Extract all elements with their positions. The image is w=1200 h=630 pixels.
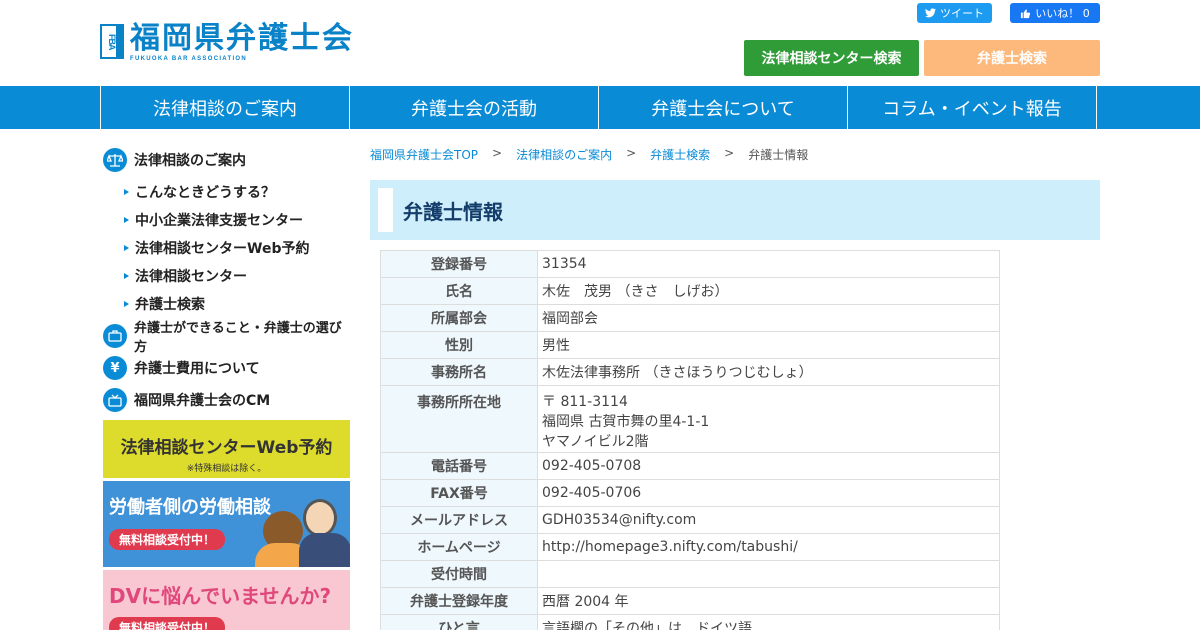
nav-item-about[interactable]: 弁護士会について [599,86,848,129]
site-header: FBA 福岡県弁護士会 FUKUOKA BAR ASSOCIATION ツイート… [0,0,1200,86]
tweet-label: ツイート [940,7,984,20]
table-row: 登録番号 31354 [380,250,1000,278]
triangle-right-icon [124,217,129,223]
breadcrumb-link-top[interactable]: 福岡県弁護士会TOP [370,146,478,163]
logo-title: 福岡県弁護士会 [130,21,354,56]
man-illustration-icon [303,499,337,537]
address-postal: 〒 811-3114 [542,394,628,410]
table-row: メールアドレス GDH03534@nifty.com [380,506,1000,534]
homepage-link[interactable]: http://homepage3.nifty.com/tabushi/ [537,533,1000,561]
nav-item-activities[interactable]: 弁護士会の活動 [350,86,599,129]
table-row: ひと言 言語欄の「その他」は、ドイツ語 [380,614,1000,630]
social-buttons: ツイート いいね！ 0 [917,3,1100,23]
sidebar-item-cm[interactable]: 福岡県弁護士会のCM [103,386,353,414]
facebook-like-button[interactable]: いいね！ 0 [1010,3,1100,23]
sidebar-sub-web-reservation[interactable]: 法律相談センターWeb予約 [103,234,353,262]
triangle-right-icon [124,245,129,251]
table-row: FAX番号 092-405-0706 [380,479,1000,507]
twitter-bird-icon [925,8,936,18]
sidebar-item-what-lawyers-do[interactable]: 弁護士ができること・弁護士の選び方 [103,321,353,355]
triangle-right-icon [124,273,129,279]
labor-consultation-banner[interactable]: 労働者側の労働相談 無料相談受付中！ [103,481,350,567]
address-building: ヤマノイビル2階 [542,434,649,450]
table-row: ホームページ http://homepage3.nifty.com/tabushi… [380,533,1000,561]
table-row: 電話番号 092-405-0708 [380,452,1000,480]
breadcrumb-link-lawyer-search[interactable]: 弁護士検索 [650,146,710,163]
sidebar-item-label: 弁護士ができること・弁護士の選び方 [134,321,342,355]
breadcrumb: 福岡県弁護士会TOP > 法律相談のご案内 > 弁護士検索 > 弁護士情報 [370,146,809,163]
table-row: 事務所名 木佐法律事務所 （きさほうりつじむしょ） [380,358,1000,386]
page-title: 弁護士情報 [403,200,503,224]
sidebar-item-fees[interactable]: ¥ 弁護士費用について [103,354,353,382]
logo-subtitle: FUKUOKA BAR ASSOCIATION [130,56,248,62]
site-logo[interactable]: FBA 福岡県弁護士会 FUKUOKA BAR ASSOCIATION [100,24,354,62]
title-accent-bar [378,188,393,232]
sidebar-item-label: 弁護士費用について [134,361,260,377]
table-row-address: 事務所所在地 〒 811-3114 福岡県 古賀市舞の里4-1-1 ヤマノイビル… [380,385,1000,453]
lawyer-info-table: 登録番号 31354 氏名 木佐 茂男 （きさ しげお） 所属部会 福岡部会 性別 男性… [380,250,1000,630]
law-center-search-button[interactable]: 法律相談センター検索 [744,40,919,76]
table-row: 弁護士登録年度 西暦 2004 年 [380,587,1000,615]
tv-icon [103,388,127,412]
triangle-right-icon [124,189,129,195]
sidebar-sub-lawyer-search[interactable]: 弁護士検索 [103,290,353,318]
tweet-button[interactable]: ツイート [917,3,992,23]
sidebar-item-label: 法律相談のご案内 [134,153,246,169]
thumbs-up-icon [1021,8,1031,18]
nav-item-column-events[interactable]: コラム・イベント報告 [848,86,1097,129]
table-row: 性別 男性 [380,331,1000,359]
fba-logo-icon: FBA [100,24,124,59]
table-row: 受付時間 [380,560,1000,588]
page-title-box: 弁護士情報 [370,180,1100,240]
email-link[interactable]: GDH03534@nifty.com [537,506,1000,534]
briefcase-icon [103,324,127,348]
sidebar-item-consultation[interactable]: 法律相談のご案内 [103,146,353,174]
table-row: 氏名 木佐 茂男 （きさ しげお） [380,277,1000,305]
lawyer-search-button[interactable]: 弁護士検索 [924,40,1100,76]
nav-item-consultation[interactable]: 法律相談のご案内 [101,86,350,129]
table-row: 所属部会 福岡部会 [380,304,1000,332]
scales-icon [103,148,127,172]
breadcrumb-link-consultation[interactable]: 法律相談のご案内 [516,146,612,163]
man-body-illustration [299,533,350,567]
sidebar-item-label: 福岡県弁護士会のCM [134,393,271,409]
address-line: 福岡県 古賀市舞の里4-1-1 [542,414,710,430]
web-reservation-banner[interactable]: 法律相談センターWeb予約 ※特殊相談は除く。 [103,420,350,478]
sidebar-sub-what-to-do[interactable]: こんなときどうする？ [103,178,353,206]
yen-icon: ¥ [103,356,127,380]
triangle-right-icon [124,301,129,307]
breadcrumb-current: 弁護士情報 [748,148,809,162]
sidebar-sub-law-center[interactable]: 法律相談センター [103,262,353,290]
global-nav: 法律相談のご案内 弁護士会の活動 弁護士会について コラム・イベント報告 [0,86,1200,129]
sidebar-sub-sme-support[interactable]: 中小企業法律支援センター [103,206,353,234]
dv-consultation-banner[interactable]: DVに悩んでいませんか? 無料相談受付中！ [103,570,350,630]
sidebar: 法律相談のご案内 こんなときどうする？ 中小企業法律支援センター 法律相談センタ… [103,146,353,630]
like-label: いいね！ 0 [1035,7,1090,20]
phone-number[interactable]: 092-405-0708 [537,452,1000,480]
